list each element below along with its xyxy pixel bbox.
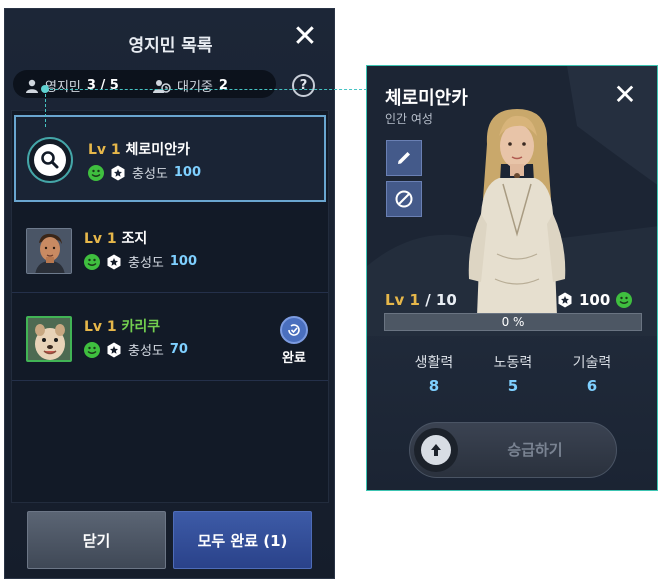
stat-life-label: 생활력 [414, 355, 454, 371]
resident-list: Lv 1 체로미안카 충성도 100 Lv 1 조지 충성도 100 Lv 1 … [11, 110, 329, 503]
loyalty-label: 충성도 [128, 344, 164, 359]
waiting-person-clock-icon [153, 79, 171, 93]
resident-level-current: Lv 1 [385, 291, 420, 309]
resident-portrait [26, 316, 72, 362]
close-icon[interactable]: ✕ [613, 81, 637, 109]
close-button[interactable]: 닫기 [27, 511, 166, 569]
complete-all-button[interactable]: 모두 완료 (1) [173, 511, 312, 569]
person-icon [26, 79, 38, 93]
complete-badge[interactable]: 완료 [274, 316, 314, 366]
stat-skill-value: 6 [586, 377, 598, 395]
resident-stats: 충성도 100 [84, 252, 197, 271]
connector-line-horizontal [45, 89, 367, 90]
rename-button[interactable] [386, 140, 422, 176]
resident-row-kariku[interactable]: Lv 1 카리쿠 충성도 70 완료 [12, 294, 328, 381]
stat-skill-label: 기술력 [572, 355, 612, 371]
loyalty-value: 100 [169, 254, 198, 269]
resident-level-name: Lv 1 조지 [84, 228, 147, 248]
resident-loyalty: 100 [557, 291, 633, 309]
waiting-count: 대기중 2 [153, 76, 228, 95]
resident-name: 체로미안카 [125, 142, 190, 158]
resident-count-value: 3 / 5 [86, 78, 119, 93]
resident-row-george[interactable]: Lv 1 조지 충성도 100 [12, 206, 328, 293]
experience-bar: 0 % [384, 313, 642, 331]
stat-life-value: 8 [428, 377, 440, 395]
resident-name: 카리쿠 [121, 319, 161, 335]
resident-level-name: Lv 1 체로미안카 [88, 139, 190, 159]
loyalty-value: 100 [579, 291, 611, 309]
resident-level: Lv 1 [84, 319, 117, 335]
resident-list-panel: 영지민 목록 ✕ 영지민 3 / 5 대기중 2 ? Lv 1 체로미안카 충성… [4, 8, 335, 579]
resident-count-bar: 영지민 3 / 5 대기중 2 [13, 70, 276, 98]
stat-life: 생활력 8 [394, 352, 474, 395]
promote-button[interactable]: 승급하기 [409, 422, 617, 478]
loyalty-label: 충성도 [128, 256, 164, 271]
prohibit-icon [395, 190, 413, 208]
promote-label: 승급하기 [507, 441, 563, 459]
happy-face-icon [616, 292, 633, 308]
check-refresh-icon [280, 316, 308, 344]
resident-character-portrait [468, 109, 566, 316]
loyalty-value: 70 [169, 342, 188, 357]
stat-labor-value: 5 [507, 377, 519, 395]
resident-detail-panel: 체로미안카 인간 여성 ✕ Lv 1 / 10 100 0 % 생활력 8 노동… [366, 65, 658, 491]
happy-face-icon [88, 164, 104, 181]
resident-level: Lv 1 [84, 231, 117, 247]
stat-labor-label: 노동력 [493, 355, 533, 371]
connector-line [45, 89, 46, 127]
resident-level: Lv 1 [88, 142, 121, 158]
close-icon[interactable]: ✕ [291, 22, 319, 52]
loyalty-value: 100 [173, 165, 202, 180]
dismiss-button[interactable] [386, 181, 422, 217]
resident-count: 영지민 3 / 5 [25, 76, 119, 95]
happy-face-icon [84, 341, 100, 358]
resident-count-label: 영지민 [45, 80, 81, 95]
experience-percent: 0 % [501, 315, 525, 329]
resident-portrait [26, 228, 72, 274]
arrow-up-icon [414, 428, 458, 472]
waiting-count-value: 2 [218, 78, 228, 93]
resident-level-name: Lv 1 카리쿠 [84, 316, 160, 336]
loyalty-icon [107, 342, 121, 357]
search-icon[interactable] [27, 137, 73, 183]
loyalty-icon [558, 292, 572, 308]
resident-stats: 충성도 70 [84, 340, 188, 359]
resident-level: Lv 1 / 10 [385, 291, 457, 309]
panel-title: 영지민 목록 [128, 36, 213, 56]
stat-skill: 기술력 6 [552, 352, 632, 395]
resident-row-chero[interactable]: Lv 1 체로미안카 충성도 100 [14, 115, 326, 202]
resident-stats: 충성도 100 [88, 163, 201, 182]
connector-dot [41, 85, 49, 93]
loyalty-icon [111, 165, 125, 180]
stat-labor: 노동력 5 [473, 352, 553, 395]
resident-race-gender: 인간 여성 [385, 112, 433, 126]
loyalty-icon [107, 254, 121, 269]
complete-label: 완료 [282, 351, 306, 366]
resident-level-max: / 10 [425, 291, 457, 309]
resident-name: 조지 [121, 231, 148, 247]
happy-face-icon [84, 253, 100, 270]
waiting-count-label: 대기중 [177, 80, 213, 95]
help-button[interactable]: ? [292, 74, 315, 97]
loyalty-label: 충성도 [132, 167, 168, 182]
pencil-icon [398, 152, 410, 164]
